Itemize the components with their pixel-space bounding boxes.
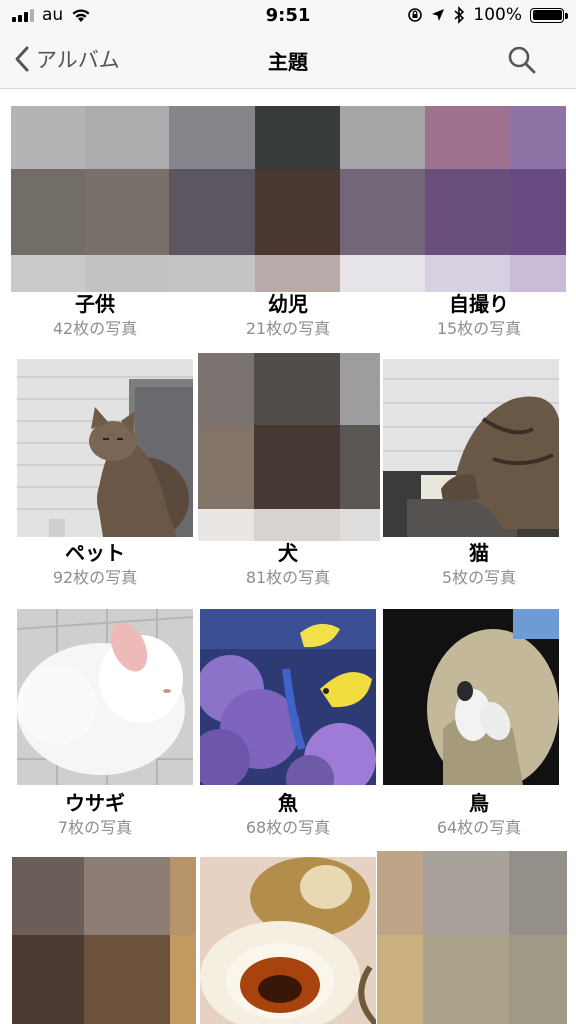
album-thumbnail-pets[interactable] xyxy=(17,359,193,537)
search-icon[interactable] xyxy=(506,44,538,76)
album-count: 5枚の写真 xyxy=(441,568,517,587)
dessert-photo-image xyxy=(200,857,376,1024)
album-name: 犬 xyxy=(278,541,298,565)
album-name: 幼児 xyxy=(268,292,308,316)
location-icon xyxy=(432,9,445,21)
status-bar: au 9:51 100% xyxy=(0,0,576,30)
album-thumbnail-children[interactable] xyxy=(11,106,566,292)
album-thumbnail-rabbits[interactable] xyxy=(17,609,193,785)
bluetooth-icon xyxy=(454,6,465,24)
rabbit-photo-image xyxy=(17,609,193,785)
navigation-bar: アルバム 主題 xyxy=(0,30,576,89)
status-right: 100% xyxy=(407,5,568,25)
album-name: 鳥 xyxy=(469,791,489,815)
album-count: 42枚の写真 xyxy=(52,319,138,338)
album-count: 7枚の写真 xyxy=(57,818,133,837)
album-thumbnail-next-3[interactable] xyxy=(377,851,567,1024)
album-grid: 子供 42枚の写真 幼児 21枚の写真 自撮り 15枚の写真 ペット 92枚の写… xyxy=(0,88,576,1024)
album-count: 21枚の写真 xyxy=(245,319,331,338)
fish-photo-image xyxy=(200,609,376,785)
album-label-selfies: 自撮り 15枚の写真 xyxy=(384,292,574,340)
cat-photo-image xyxy=(17,359,193,537)
album-label-toddler: 幼児 21枚の写真 xyxy=(193,292,383,340)
penguin-photo-image xyxy=(383,609,559,785)
album-count: 15枚の写真 xyxy=(436,319,522,338)
album-label-dogs: 犬 81枚の写真 xyxy=(193,541,383,589)
album-count: 64枚の写真 xyxy=(436,818,522,837)
battery-icon xyxy=(530,7,568,23)
album-name: 猫 xyxy=(469,541,489,565)
album-label-rabbits: ウサギ 7枚の写真 xyxy=(0,791,190,839)
album-count: 92枚の写真 xyxy=(52,568,138,587)
album-name: 魚 xyxy=(278,791,298,815)
album-thumbnail-dogs[interactable] xyxy=(198,353,380,541)
battery-percent: 100% xyxy=(473,5,522,25)
album-thumbnail-birds[interactable] xyxy=(383,609,559,785)
album-name: 自撮り xyxy=(449,292,509,316)
album-thumbnail-fish[interactable] xyxy=(200,609,376,785)
album-name: ウサギ xyxy=(65,791,125,815)
rotation-lock-icon xyxy=(408,8,423,22)
album-count: 68枚の写真 xyxy=(245,818,331,837)
album-thumbnail-next-1[interactable] xyxy=(12,857,196,1024)
album-label-children: 子供 42枚の写真 xyxy=(0,292,190,340)
album-label-birds: 鳥 64枚の写真 xyxy=(384,791,574,839)
album-label-fish: 魚 68枚の写真 xyxy=(193,791,383,839)
album-name: ペット xyxy=(65,541,125,565)
album-count: 81枚の写真 xyxy=(245,568,331,587)
album-thumbnail-cats[interactable] xyxy=(383,359,559,537)
cat-photo-image xyxy=(383,359,559,537)
album-name: 子供 xyxy=(75,292,115,316)
album-label-pets: ペット 92枚の写真 xyxy=(0,541,190,589)
album-thumbnail-next-2[interactable] xyxy=(200,857,376,1024)
album-label-cats: 猫 5枚の写真 xyxy=(384,541,574,589)
page-title: 主題 xyxy=(268,50,308,74)
